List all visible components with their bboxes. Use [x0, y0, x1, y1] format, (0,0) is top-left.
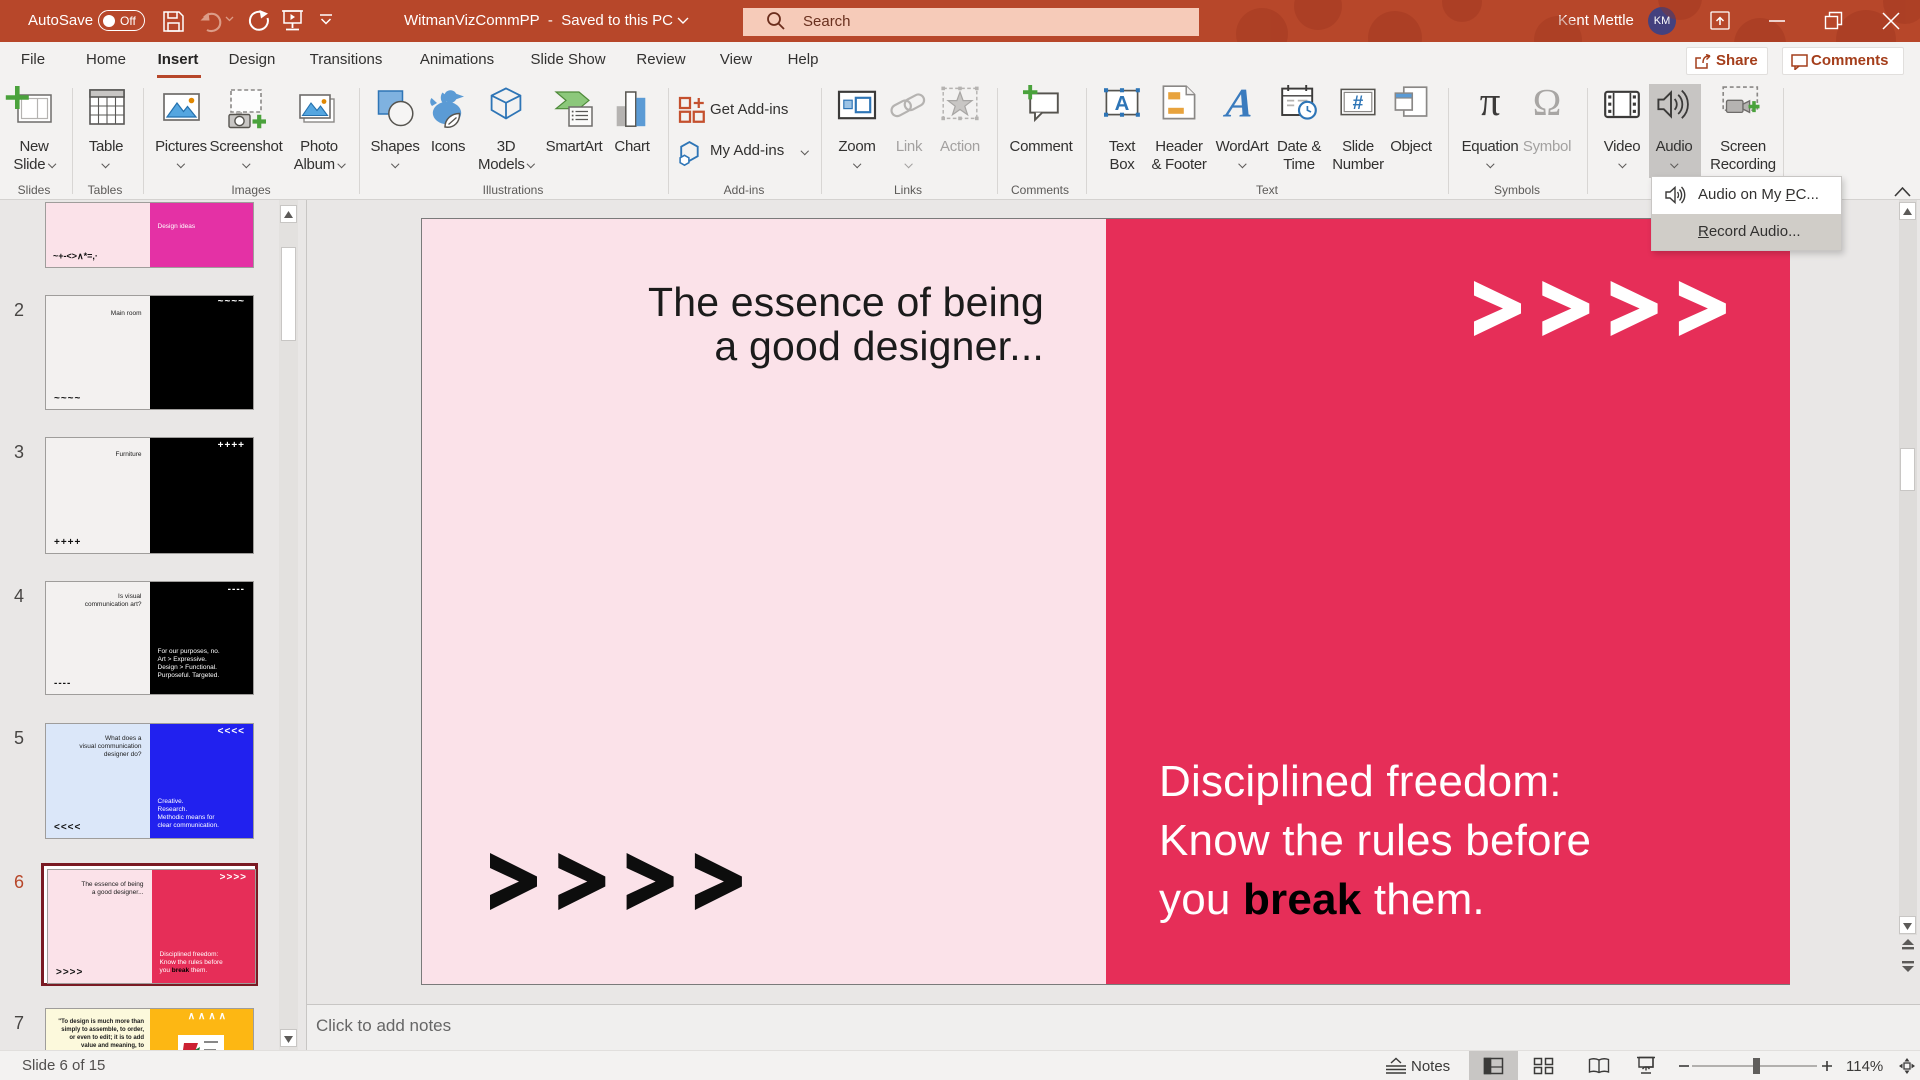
- svg-text:Ω: Ω: [1533, 82, 1562, 124]
- svg-text:A: A: [1221, 80, 1256, 125]
- svg-text:#: #: [1353, 93, 1364, 114]
- svg-text:A: A: [1115, 93, 1130, 115]
- svg-text:π: π: [1480, 80, 1501, 124]
